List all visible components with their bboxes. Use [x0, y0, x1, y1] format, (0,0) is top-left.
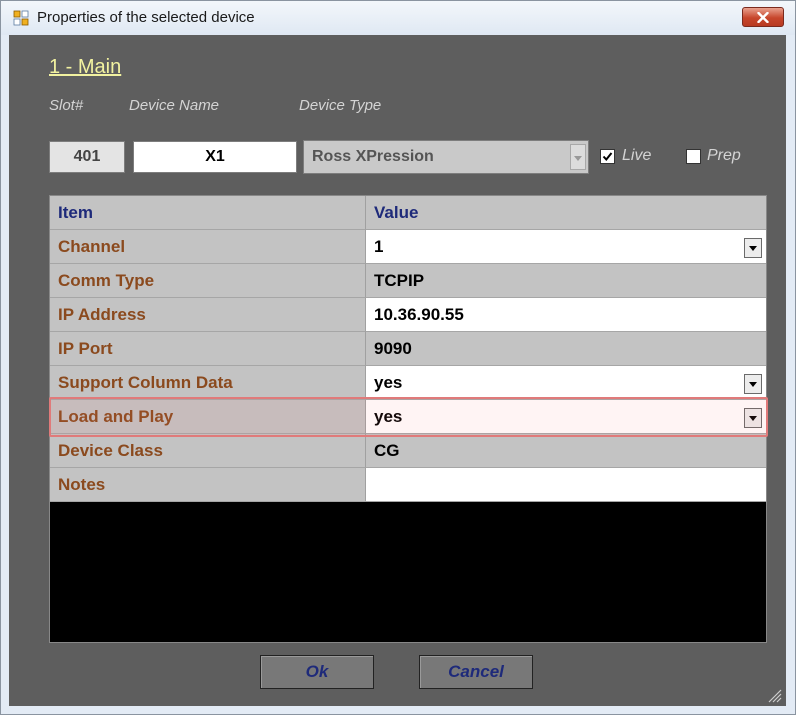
- chevron-down-icon[interactable]: [744, 374, 762, 394]
- resize-grip-icon[interactable]: [764, 685, 782, 703]
- row-label: Comm Type: [50, 264, 366, 298]
- cancel-button[interactable]: Cancel: [419, 655, 533, 689]
- chevron-down-icon[interactable]: [744, 238, 762, 258]
- device-type-label: Device Type: [299, 97, 382, 114]
- grid-row: IP Address 10.36.90.55: [50, 298, 766, 333]
- row-value: 9090: [366, 332, 766, 366]
- live-label: Live: [622, 147, 652, 164]
- device-name-label: Device Name: [129, 97, 220, 114]
- live-checkbox[interactable]: [600, 149, 615, 164]
- row-value-input[interactable]: [366, 468, 766, 502]
- highlight-box: [49, 397, 768, 437]
- section-heading-main[interactable]: 1 - Main: [49, 56, 121, 79]
- checkmark-icon: [602, 152, 613, 162]
- grid-row: IP Port 9090: [50, 332, 766, 367]
- row-label: IP Port: [50, 332, 366, 366]
- column-header-value: Value: [366, 196, 766, 230]
- row-value-input[interactable]: 10.36.90.55: [366, 298, 766, 332]
- app-icon: [13, 10, 29, 26]
- row-label: Notes: [50, 468, 366, 502]
- grid-header: Item Value: [50, 196, 766, 231]
- chevron-down-icon: [570, 144, 586, 170]
- prep-checkbox[interactable]: [686, 149, 701, 164]
- row-label: IP Address: [50, 298, 366, 332]
- dialog-body: 1 - Main Slot# Device Name Device Type 4…: [9, 35, 786, 706]
- title-bar[interactable]: Properties of the selected device: [1, 1, 795, 35]
- window-title: Properties of the selected device: [37, 9, 255, 26]
- row-value: CG: [366, 434, 766, 468]
- row-label: Device Class: [50, 434, 366, 468]
- row-label: Channel: [50, 230, 366, 264]
- slot-field: 401: [49, 141, 125, 173]
- prep-label: Prep: [707, 147, 741, 164]
- close-icon: [757, 12, 769, 23]
- row-value-dropdown[interactable]: yes: [366, 366, 766, 400]
- ok-button[interactable]: Ok: [260, 655, 374, 689]
- grid-row: Support Column Data yes: [50, 366, 766, 401]
- row-value: 1: [374, 237, 384, 256]
- grid-row: Notes: [50, 468, 766, 503]
- device-type-select: Ross XPression: [303, 140, 589, 174]
- device-name-field[interactable]: X1: [133, 141, 297, 173]
- row-value: TCPIP: [366, 264, 766, 298]
- properties-dialog: Properties of the selected device 1 - Ma…: [0, 0, 796, 715]
- grid-row: Device Class CG: [50, 434, 766, 469]
- row-value: yes: [374, 373, 403, 392]
- slot-label: Slot#: [49, 97, 84, 114]
- grid-row: Channel 1: [50, 230, 766, 265]
- device-type-value: Ross XPression: [312, 148, 434, 165]
- row-label: Support Column Data: [50, 366, 366, 400]
- grid-row: Comm Type TCPIP: [50, 264, 766, 299]
- row-value-dropdown[interactable]: 1: [366, 230, 766, 264]
- column-header-item: Item: [50, 196, 366, 230]
- close-button[interactable]: [742, 7, 784, 27]
